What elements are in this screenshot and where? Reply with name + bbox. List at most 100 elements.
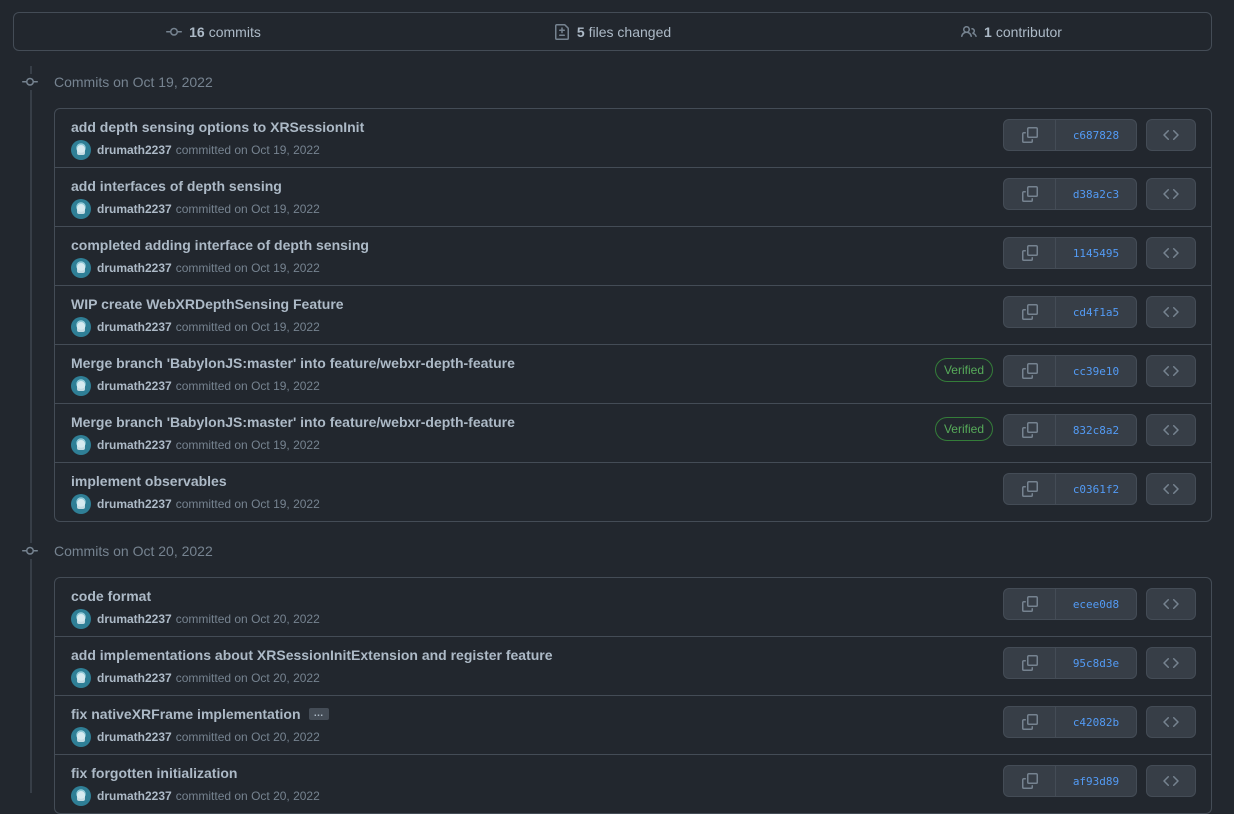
commit-sha-link[interactable]: c0361f2 (1056, 474, 1136, 504)
commit-sha-link[interactable]: cc39e10 (1056, 356, 1136, 386)
commit-list: code format drumath2237 committed on Oct… (54, 577, 1212, 814)
files-changed-link[interactable]: 5 files changed (413, 13, 812, 50)
commit-author-link[interactable]: drumath2237 (97, 730, 172, 744)
code-icon (1163, 775, 1179, 787)
commit-title: WIP create WebXRDepthSensing Feature (71, 296, 344, 312)
code-icon (1163, 129, 1179, 141)
commit-author-link[interactable]: drumath2237 (97, 789, 172, 803)
browse-repository-button[interactable] (1146, 647, 1196, 679)
avatar[interactable] (71, 435, 91, 455)
browse-repository-button[interactable] (1146, 588, 1196, 620)
browse-repository-button[interactable] (1146, 178, 1196, 210)
copy-sha-button[interactable] (1004, 707, 1056, 737)
commit-author-link[interactable]: drumath2237 (97, 671, 172, 685)
browse-repository-button[interactable] (1146, 765, 1196, 797)
commit-row: Merge branch 'BabylonJS:master' into fea… (55, 403, 1211, 462)
commit-message-link[interactable]: add implementations about XRSessionInitE… (71, 647, 553, 663)
commit-message-link[interactable]: add interfaces of depth sensing (71, 178, 282, 194)
browse-repository-button[interactable] (1146, 237, 1196, 269)
copy-icon (1021, 245, 1038, 261)
commit-meta: drumath2237 committed on Oct 19, 2022 (71, 435, 320, 455)
commit-group-date: Commits on Oct 19, 2022 (54, 74, 213, 90)
commit-row: add interfaces of depth sensing drumath2… (55, 167, 1211, 226)
commit-message-link[interactable]: WIP create WebXRDepthSensing Feature (71, 296, 344, 312)
avatar[interactable] (71, 668, 91, 688)
commit-sha-link[interactable]: d38a2c3 (1056, 179, 1136, 209)
copy-sha-button[interactable] (1004, 356, 1056, 386)
avatar[interactable] (71, 494, 91, 514)
contributors-link[interactable]: 1 contributor (812, 13, 1211, 50)
commit-message-link[interactable]: Merge branch 'BabylonJS:master' into fea… (71, 414, 515, 430)
commit-message-link[interactable]: code format (71, 588, 151, 604)
sha-button-group: c42082b (1003, 706, 1137, 738)
commit-sha-link[interactable]: ecee0d8 (1056, 589, 1136, 619)
copy-sha-button[interactable] (1004, 766, 1056, 796)
commit-message-link[interactable]: fix nativeXRFrame implementation (71, 706, 301, 722)
commit-message-link[interactable]: add depth sensing options to XRSessionIn… (71, 119, 364, 135)
copy-sha-button[interactable] (1004, 120, 1056, 150)
commit-author-link[interactable]: drumath2237 (97, 497, 172, 511)
avatar[interactable] (71, 317, 91, 337)
verified-badge[interactable]: Verified (934, 417, 993, 441)
commit-sha-link[interactable]: cd4f1a5 (1056, 297, 1136, 327)
commit-date-text: committed on Oct 19, 2022 (175, 438, 320, 452)
avatar[interactable] (71, 727, 91, 747)
file-diff-icon (554, 23, 569, 40)
copy-sha-button[interactable] (1004, 648, 1056, 678)
commit-message-link[interactable]: completed adding interface of depth sens… (71, 237, 369, 253)
avatar[interactable] (71, 140, 91, 160)
commit-author-link[interactable]: drumath2237 (97, 143, 172, 157)
browse-repository-button[interactable] (1146, 473, 1196, 505)
git-commit-icon (22, 546, 38, 555)
browse-repository-button[interactable] (1146, 355, 1196, 387)
commit-author-link[interactable]: drumath2237 (97, 379, 172, 393)
browse-repository-button[interactable] (1146, 706, 1196, 738)
commit-sha-link[interactable]: 95c8d3e (1056, 648, 1136, 678)
avatar[interactable] (71, 609, 91, 629)
browse-repository-button[interactable] (1146, 414, 1196, 446)
commit-author-link[interactable]: drumath2237 (97, 320, 172, 334)
code-icon (1163, 657, 1179, 669)
avatar[interactable] (71, 376, 91, 396)
avatar[interactable] (71, 786, 91, 806)
commit-meta: drumath2237 committed on Oct 19, 2022 (71, 258, 320, 278)
commit-sha-link[interactable]: c42082b (1056, 707, 1136, 737)
commit-sha-link[interactable]: af93d89 (1056, 766, 1136, 796)
commit-message-link[interactable]: fix forgotten initialization (71, 765, 237, 781)
commits-count-link[interactable]: 16 commits (14, 13, 413, 50)
files-count: 5 (576, 23, 585, 40)
timeline-dot (22, 74, 38, 90)
copy-icon (1021, 127, 1038, 143)
copy-sha-button[interactable] (1004, 474, 1056, 504)
commit-sha-link[interactable]: 832c8a2 (1056, 415, 1136, 445)
copy-sha-button[interactable] (1004, 179, 1056, 209)
commit-meta: drumath2237 committed on Oct 20, 2022 (71, 668, 320, 688)
browse-repository-button[interactable] (1146, 296, 1196, 328)
copy-sha-button[interactable] (1004, 238, 1056, 268)
copy-sha-button[interactable] (1004, 415, 1056, 445)
copy-icon (1021, 304, 1038, 320)
commit-sha-link[interactable]: c687828 (1056, 120, 1136, 150)
verified-badge[interactable]: Verified (934, 358, 993, 382)
copy-sha-button[interactable] (1004, 589, 1056, 619)
avatar[interactable] (71, 258, 91, 278)
commit-date-text: committed on Oct 19, 2022 (175, 202, 320, 216)
commit-message-link[interactable]: implement observables (71, 473, 227, 489)
expand-message-button[interactable]: … (308, 708, 329, 720)
copy-sha-button[interactable] (1004, 297, 1056, 327)
commit-sha-link[interactable]: 1145495 (1056, 238, 1136, 268)
copy-icon (1021, 655, 1038, 671)
copy-icon (1021, 596, 1038, 612)
sha-button-group: cd4f1a5 (1003, 296, 1137, 328)
sha-button-group: 95c8d3e (1003, 647, 1137, 679)
commit-message-link[interactable]: Merge branch 'BabylonJS:master' into fea… (71, 355, 515, 371)
commit-title: code format (71, 588, 151, 604)
commit-author-link[interactable]: drumath2237 (97, 261, 172, 275)
browse-repository-button[interactable] (1146, 119, 1196, 151)
avatar[interactable] (71, 199, 91, 219)
commit-author-link[interactable]: drumath2237 (97, 438, 172, 452)
commit-author-link[interactable]: drumath2237 (97, 612, 172, 626)
commit-author-link[interactable]: drumath2237 (97, 202, 172, 216)
commit-date-text: committed on Oct 19, 2022 (175, 261, 320, 275)
commit-meta: drumath2237 committed on Oct 20, 2022 (71, 727, 320, 747)
